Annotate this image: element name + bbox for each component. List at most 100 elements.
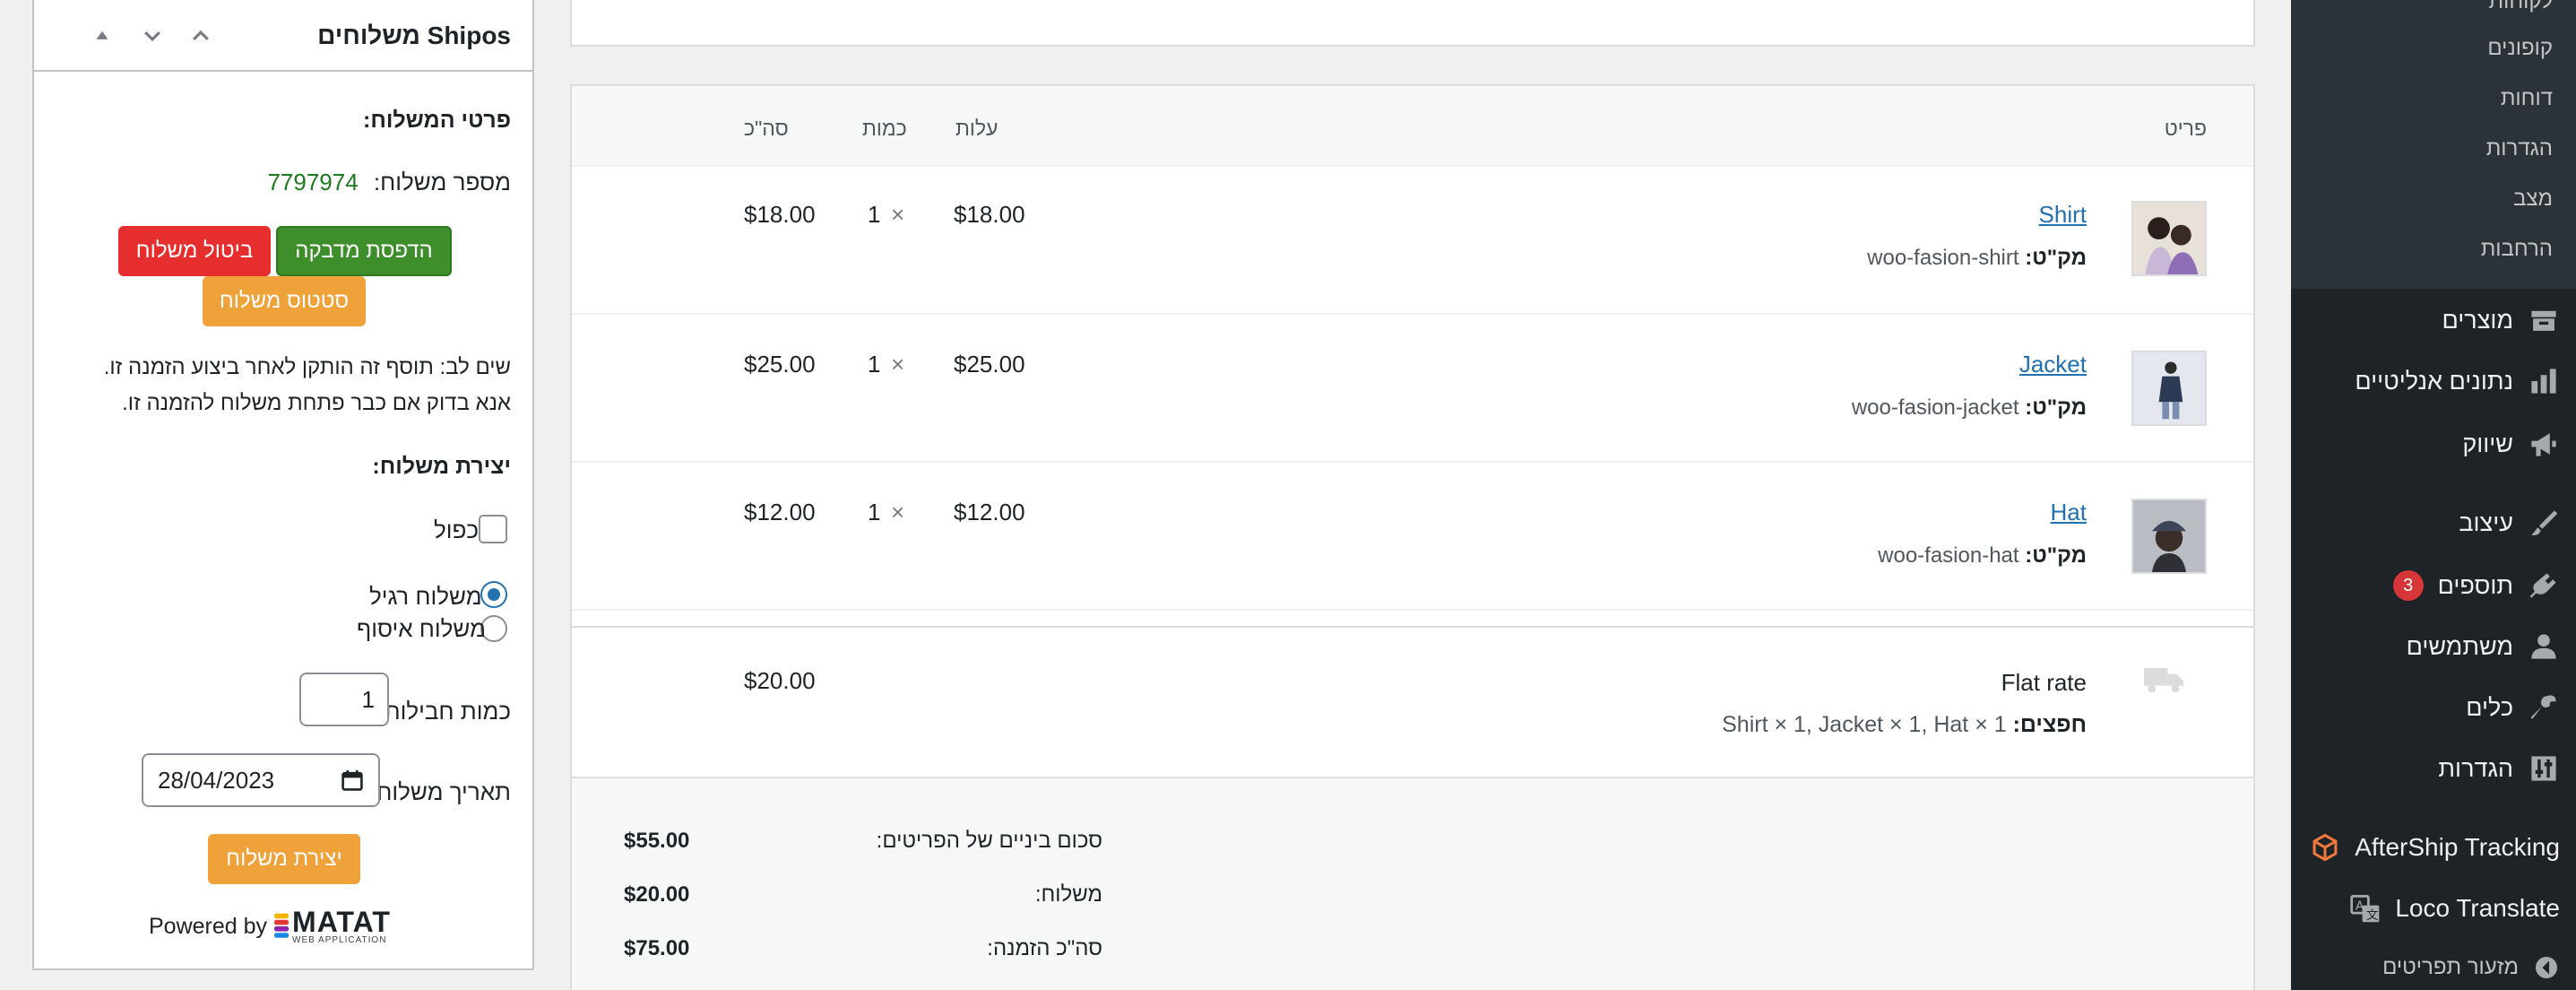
loco-translate-label: Loco Translate xyxy=(2395,894,2560,922)
submenu-item-reports[interactable]: דוחות xyxy=(2501,86,2553,111)
packages-value: 1 xyxy=(361,685,375,713)
item-total: $18.00 xyxy=(744,201,816,228)
toggle-panel-button[interactable] xyxy=(183,16,219,56)
item-qty: 1 xyxy=(868,201,881,228)
regular-shipment-label: משלוח רגיל xyxy=(369,583,482,610)
order-total-label: סה"כ הזמנה: xyxy=(987,936,1102,960)
submenu-item-status[interactable]: מצב xyxy=(2513,187,2553,212)
install-note-line2: אנא בדוק אם כבר פתחת משלוח להזמנה זו. xyxy=(122,391,511,415)
collapse-menu-label: מזעור תפריטים xyxy=(2382,955,2519,979)
create-shipment-button[interactable]: יצירת משלוח xyxy=(208,834,360,884)
item-cost: $25.00 xyxy=(954,351,1025,378)
item-sku: מק"ט: woo-fasion-hat xyxy=(1878,543,2087,569)
user-icon xyxy=(2528,630,2560,663)
shipos-metabox: Shipos משלוחים פרטי המשלוח: מספר משלוח: … xyxy=(32,0,534,970)
item-cost: $18.00 xyxy=(954,201,1025,228)
shipment-number-label: מספר משלוח: xyxy=(373,169,511,195)
menu-item-marketing[interactable]: שיווק xyxy=(2462,421,2560,466)
cancel-shipment-button[interactable]: ביטול משלוח xyxy=(118,226,271,276)
item-cost: $12.00 xyxy=(954,499,1025,525)
subtotal-value: $55.00 xyxy=(624,829,690,853)
item-qty: 1 xyxy=(868,351,881,378)
times-sign: × xyxy=(891,351,905,378)
print-label-button[interactable]: הדפסת מדבקה xyxy=(276,226,452,276)
shipment-number-row: מספר משלוח: 7797974 xyxy=(267,169,511,196)
item-name-link[interactable]: Hat xyxy=(2051,499,2087,526)
menu-item-label: שיווק xyxy=(2462,430,2513,457)
translate-icon: A文 xyxy=(2350,895,2380,923)
collapse-menu-button[interactable]: מזעור תפריטים xyxy=(2382,954,2560,981)
menu-item-label: נתונים אנליטיים xyxy=(2355,367,2513,395)
matat-logo[interactable]: MATAT WEB APPLICATION xyxy=(274,908,391,945)
submenu-item-settings[interactable]: הגדרות xyxy=(2486,136,2553,161)
shipment-date-value: 28/04/2023 xyxy=(158,766,275,794)
header-item: פריט xyxy=(2164,117,2207,140)
menu-item-users[interactable]: משתמשים xyxy=(2407,624,2560,669)
chevron-down-icon xyxy=(144,30,160,42)
metabox-header: Shipos משלוחים xyxy=(34,0,532,72)
submenu-item-coupons[interactable]: קופונים xyxy=(2487,36,2553,61)
double-label: כפול xyxy=(434,517,480,543)
move-down-button[interactable] xyxy=(134,16,170,56)
item-thumbnail[interactable] xyxy=(2131,201,2207,276)
menu-item-label: משתמשים xyxy=(2406,632,2513,660)
menu-item-plugins[interactable]: תוספים 3 xyxy=(2392,563,2560,608)
shipping-total-label: משלוח: xyxy=(1034,882,1102,907)
subtotal-label: סכום ביניים של הפריטים: xyxy=(876,829,1102,853)
shipment-date-label: תאריך משלוח: xyxy=(370,778,511,805)
install-note-line1: שים לב: תוסף זה הותקן לאחר ביצוע הזמנה ז… xyxy=(103,355,511,379)
truck-icon xyxy=(2144,667,2183,693)
sku-value: woo-fasion-shirt xyxy=(1867,246,2019,270)
sku-value: woo-fasion-jacket xyxy=(1851,395,2019,420)
order-items-panel: פריט עלות כמות סה"כ Shirt מק"ט: woo-fasi… xyxy=(570,84,2255,990)
item-sku: מק"ט: woo-fasion-shirt xyxy=(1867,246,2087,271)
settings-sliders-icon xyxy=(2528,752,2560,785)
move-up-button[interactable] xyxy=(84,16,120,56)
wrench-icon xyxy=(2528,691,2560,724)
menu-item-label: תוספים xyxy=(2437,571,2513,599)
previous-metabox-bottom xyxy=(570,0,2255,47)
jacket-product-image-icon xyxy=(2133,352,2205,424)
install-note: שים לב: תוסף זה הותקן לאחר ביצוע הזמנה ז… xyxy=(45,350,511,421)
menu-item-label: מוצרים xyxy=(2442,306,2513,334)
shipment-number-value: 7797974 xyxy=(267,169,359,195)
items-table-header: פריט עלות כמות סה"כ xyxy=(572,86,2253,167)
menu-item-loco-translate[interactable]: A文 Loco Translate xyxy=(2350,893,2560,924)
chevron-up-icon xyxy=(193,30,209,41)
menu-item-settings[interactable]: הגדרות xyxy=(2438,746,2560,791)
item-name-link[interactable]: Jacket xyxy=(2019,351,2087,378)
menu-item-label: כלים xyxy=(2466,693,2513,721)
shipment-date-input[interactable]: 28/04/2023 xyxy=(142,753,380,807)
submenu-item-customers[interactable]: לקוחות xyxy=(2489,0,2553,14)
packages-input[interactable]: 1 xyxy=(299,673,389,726)
item-sku: מק"ט: woo-fasion-jacket xyxy=(1852,395,2087,421)
menu-item-analytics[interactable]: נתונים אנליטיים xyxy=(2355,359,2560,404)
shipping-total: $20.00 xyxy=(744,667,816,694)
triangle-up-icon xyxy=(96,30,108,39)
sku-value: woo-fasion-hat xyxy=(1878,543,2019,568)
powered-by-text: Powered by xyxy=(149,913,268,939)
create-shipment-heading: יצירת משלוח: xyxy=(372,454,511,479)
plugins-update-badge: 3 xyxy=(2392,570,2424,601)
menu-item-tools[interactable]: כלים xyxy=(2466,685,2560,730)
paintbrush-icon xyxy=(2528,507,2560,539)
packages-label: כמות חבילות: xyxy=(377,698,511,725)
shipment-status-button[interactable]: סטטוס משלוח xyxy=(203,276,366,326)
chart-bar-icon xyxy=(2528,365,2560,397)
regular-shipment-radio[interactable] xyxy=(480,581,507,608)
item-total: $25.00 xyxy=(744,351,816,378)
times-sign: × xyxy=(891,499,905,525)
item-thumbnail[interactable] xyxy=(2131,351,2207,426)
menu-item-aftership[interactable]: AfterShip Tracking xyxy=(2310,832,2560,863)
menu-item-products[interactable]: מוצרים xyxy=(2442,298,2560,343)
item-thumbnail[interactable] xyxy=(2131,499,2207,574)
double-checkbox[interactable] xyxy=(479,515,507,543)
item-name-link[interactable]: Shirt xyxy=(2039,201,2087,229)
plugin-icon xyxy=(2528,569,2560,602)
submenu-item-extensions[interactable]: הרחבות xyxy=(2481,237,2553,262)
shipping-method-name: Flat rate xyxy=(2001,669,2087,696)
sku-label: מק"ט: xyxy=(2025,395,2087,420)
order-item-row: Hat מק"ט: woo-fasion-hat $12.00 × 1 $12.… xyxy=(572,463,2253,611)
menu-item-appearance[interactable]: עיצוב xyxy=(2459,500,2560,545)
calendar-icon[interactable] xyxy=(341,769,364,792)
